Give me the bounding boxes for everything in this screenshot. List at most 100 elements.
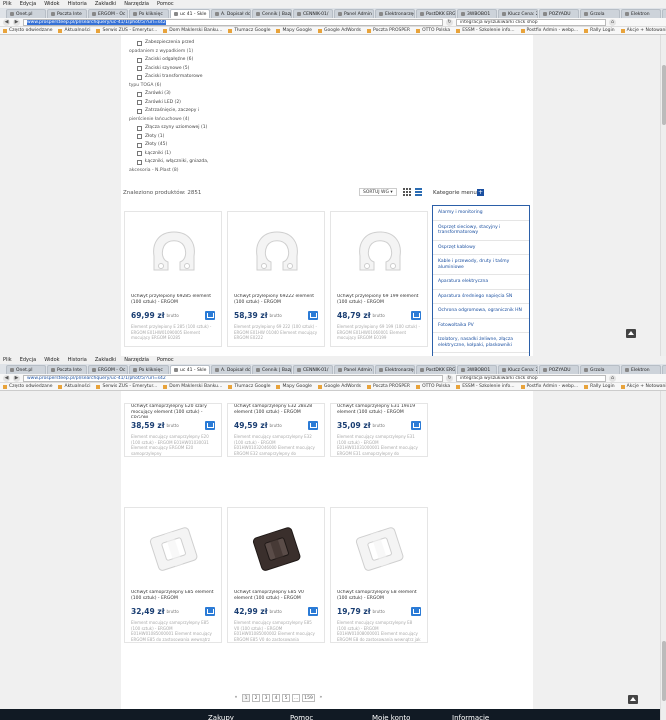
add-to-cart-button[interactable] <box>205 607 215 616</box>
menu-item[interactable]: Pomoc <box>157 1 174 7</box>
product-card[interactable]: Uchwyt przylepiony 69 199 element (100 s… <box>330 211 428 347</box>
browser-tab[interactable]: Elektron <box>621 365 661 374</box>
browser-tab[interactable]: Elektronarzęd <box>375 365 415 374</box>
add-to-cart-button[interactable] <box>308 607 318 616</box>
filter-item[interactable]: Żarówki LED (2) <box>129 99 525 108</box>
product-name[interactable]: Uchwyt przylepiony 69 199 element (100 s… <box>331 294 427 308</box>
add-to-cart-button[interactable] <box>308 311 318 320</box>
url-bar[interactable]: www.prospersteep.pl/pl/searchquery/uc-41… <box>23 374 443 382</box>
menu-item[interactable]: Plik <box>3 357 12 363</box>
forward-icon[interactable]: ▶ <box>13 374 20 382</box>
bookmark-item[interactable]: Postfix Admin - webp... <box>520 28 578 33</box>
category-link[interactable]: Osprzęt sieciowy, stacyjny i transformat… <box>433 221 529 241</box>
bookmark-item[interactable]: Google AdWords <box>317 28 361 33</box>
browser-tab[interactable]: ERGOM - Oc <box>88 9 128 18</box>
browser-tab[interactable]: Po kliknięc <box>129 365 169 374</box>
bookmark-item[interactable]: Serwis ZUS - Emerytur... <box>96 384 157 389</box>
browser-tab[interactable]: Onet.pl <box>6 9 46 18</box>
browser-tab[interactable]: Grzola <box>580 365 620 374</box>
add-to-cart-button[interactable] <box>411 607 421 616</box>
reload-icon[interactable]: ↻ <box>446 374 453 382</box>
filter-item[interactable]: Zabezpieczenia przed <box>129 39 525 48</box>
forward-icon[interactable]: ▶ <box>13 18 20 26</box>
browser-tab[interactable]: Cennik | Bazpol <box>252 365 292 374</box>
browser-tab[interactable]: POZYADU <box>539 9 579 18</box>
browser-tab[interactable]: CENNIK-01/ <box>293 365 333 374</box>
page-link[interactable]: 2 <box>252 694 260 702</box>
browser-tab[interactable]: Cennik | Bazpol <box>252 9 292 18</box>
home-icon[interactable]: ⌂ <box>609 374 616 382</box>
menu-item[interactable]: Widok <box>44 1 59 7</box>
bookmark-item[interactable]: Akcje + Notowania gi... <box>620 384 666 389</box>
search-field[interactable]: integracja wyszukiwarki click shop <box>456 374 606 382</box>
page-link[interactable]: 5 <box>282 694 290 702</box>
menu-item[interactable]: Edycja <box>20 357 37 363</box>
filter-item[interactable]: Żarówki (3) <box>129 90 525 99</box>
product-image[interactable] <box>228 212 324 294</box>
browser-tab[interactable]: Po kliknięc <box>129 9 169 18</box>
filter-item[interactable]: Zaciski transformatorowe <box>129 73 525 82</box>
page-link[interactable]: ... <box>292 694 301 702</box>
back-icon[interactable]: ◀ <box>3 374 10 382</box>
add-to-cart-button[interactable] <box>205 311 215 320</box>
bookmark-item[interactable]: Często odwiedzane <box>3 384 52 389</box>
add-to-cart-button[interactable] <box>205 421 215 430</box>
bookmark-item[interactable]: Aktualności <box>58 28 90 33</box>
category-link[interactable]: Ochrona odgromowa, ogranicznik HN <box>433 304 529 319</box>
bookmark-item[interactable]: Rally Login <box>584 384 615 389</box>
filter-checkbox[interactable] <box>137 159 142 165</box>
browser-tab[interactable]: POZYADU <box>539 365 579 374</box>
back-icon[interactable]: ◀ <box>3 18 10 26</box>
menu-item[interactable]: Zakładki <box>95 1 116 7</box>
filter-item[interactable]: Zaciski szynowe (5) <box>129 65 525 74</box>
product-name[interactable]: Uchwyt samoprzylepny E85 V0 element (100… <box>228 590 324 604</box>
filter-item[interactable]: Zatrzaśnięcie, zaczepy i <box>129 107 525 116</box>
filter-checkbox[interactable] <box>137 125 142 131</box>
filter-checkbox[interactable] <box>137 151 142 157</box>
browser-tab[interactable]: PostDKK ERG <box>416 365 456 374</box>
bookmark-item[interactable]: Rally Login <box>584 28 615 33</box>
bookmark-item[interactable]: ESSM - Szkolenie info... <box>456 384 515 389</box>
menu-item[interactable]: Narzędzia <box>124 1 149 7</box>
sort-select[interactable]: SORTUJ WG ▾ <box>359 188 397 196</box>
category-link[interactable]: Alarmy i monitoring <box>433 206 529 221</box>
filter-item[interactable]: Złoty (1) <box>129 133 525 142</box>
bookmark-item[interactable]: Dom Maklerski Banku... <box>163 28 222 33</box>
bookmark-item[interactable]: Często odwiedzane <box>3 28 52 33</box>
browser-tab[interactable]: 3WBOBO1 <box>457 9 497 18</box>
category-link[interactable]: Kable i przewody, druty i taśmy aluminio… <box>433 255 529 275</box>
reload-icon[interactable]: ↻ <box>446 18 453 26</box>
page-arrow[interactable]: « <box>232 694 240 702</box>
category-link[interactable]: Osprzęt kablowy <box>433 241 529 255</box>
browser-tab[interactable]: Panel Admin <box>334 365 374 374</box>
filter-item[interactable]: Złoty (45) <box>129 141 525 150</box>
menu-item[interactable]: Edycja <box>20 1 37 7</box>
bookmark-item[interactable]: Mapy Google <box>276 384 312 389</box>
browser-tab[interactable]: 3WBOBO1 <box>457 365 497 374</box>
menu-item[interactable]: Zakładki <box>95 357 116 363</box>
browser-tab[interactable]: PostDKK ERG <box>416 9 456 18</box>
bookmark-item[interactable]: Tłumacz Google <box>228 384 270 389</box>
browser-tab[interactable]: Klucz Cena: 2 <box>498 9 538 18</box>
home-icon[interactable]: ⌂ <box>609 18 616 26</box>
grid-view-icon[interactable] <box>403 188 411 196</box>
page-arrow[interactable]: » <box>317 694 325 702</box>
page-link[interactable]: 159 <box>302 694 315 702</box>
menu-item[interactable]: Widok <box>44 357 59 363</box>
browser-tab[interactable]: uc 41 - Skle <box>170 365 210 374</box>
filter-checkbox[interactable] <box>137 134 142 140</box>
url-bar[interactable]: www.prospersteep.pl/pl/searchquery/uc-41… <box>23 18 443 26</box>
product-image[interactable] <box>228 508 324 590</box>
browser-tab[interactable]: Poczta Inte <box>47 9 87 18</box>
filter-checkbox[interactable] <box>137 57 142 63</box>
product-image[interactable] <box>125 508 221 590</box>
product-name[interactable]: Uchwyt samoprzylepny E20 szary mocujący … <box>125 404 221 418</box>
product-name[interactable]: Uchwyt przylepiony 69222 element (100 sz… <box>228 294 324 308</box>
bookmark-item[interactable]: Poczta PROSPER <box>367 28 410 33</box>
bookmark-item[interactable]: Tłumacz Google <box>228 28 270 33</box>
menu-item[interactable]: Historia <box>68 1 87 7</box>
product-image[interactable] <box>331 212 427 294</box>
category-link[interactable]: Aparatura elektryczna <box>433 275 529 290</box>
page-link[interactable]: 3 <box>262 694 270 702</box>
filter-checkbox[interactable] <box>137 108 142 114</box>
